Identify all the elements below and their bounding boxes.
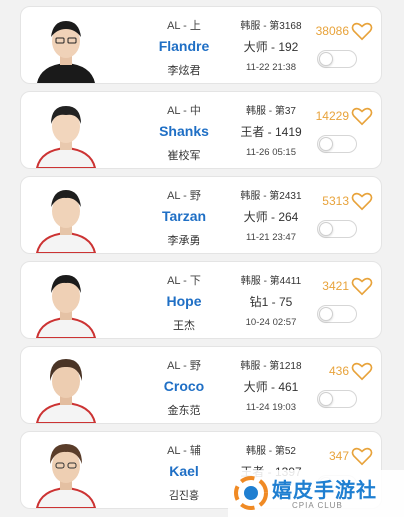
- heart-icon[interactable]: [351, 446, 373, 466]
- heart-icon[interactable]: [351, 21, 373, 41]
- brand-logo-icon: [234, 476, 268, 510]
- player-avatar: [31, 436, 101, 508]
- heart-icon[interactable]: [351, 276, 373, 296]
- team-position: AL - 野: [167, 190, 201, 202]
- server-rank: 韩服 - 第2431: [240, 191, 302, 202]
- server-rank: 韩服 - 第3168: [240, 21, 302, 32]
- player-realname: 崔校军: [167, 150, 201, 162]
- like-count: 14229: [315, 109, 349, 123]
- toggle-knob: [319, 392, 333, 406]
- like-count: 5313: [322, 194, 349, 208]
- player-card[interactable]: AL - 下 Hope 王杰 韩服 - 第4411 钻1 - 75 10-24 …: [20, 261, 382, 339]
- toggle-knob: [319, 222, 333, 236]
- heart-icon[interactable]: [351, 361, 373, 381]
- player-card[interactable]: AL - 野 Tarzan 李承勇 韩服 - 第2431 大师 - 264 11…: [20, 176, 382, 254]
- player-nickname[interactable]: Shanks: [119, 123, 249, 139]
- heart-icon[interactable]: [351, 191, 373, 211]
- tier-points: 大师 - 192: [243, 40, 299, 54]
- server-rank: 韩服 - 第1218: [240, 361, 302, 372]
- player-realname: 李承勇: [167, 235, 201, 247]
- team-position: AL - 辅: [167, 445, 201, 457]
- player-nickname[interactable]: Flandre: [119, 38, 249, 54]
- watermark-title: 嬉皮手游社: [272, 480, 377, 502]
- team-position: AL - 中: [167, 105, 201, 117]
- tier-points: 王者 - 1419: [240, 125, 302, 139]
- last-played-time: 11-24 19:03: [245, 402, 296, 413]
- team-position: AL - 下: [167, 275, 201, 287]
- tier-points: 大师 - 461: [243, 380, 299, 394]
- switch-toggle[interactable]: [317, 305, 357, 323]
- player-card[interactable]: AL - 上 Flandre 李炫君 韩服 - 第3168 大师 - 192 1…: [20, 6, 382, 84]
- server-rank: 韩服 - 第4411: [240, 276, 302, 287]
- player-card[interactable]: AL - 野 Croco 金东范 韩服 - 第1218 大师 - 461 11-…: [20, 346, 382, 424]
- player-avatar: [31, 266, 101, 338]
- player-card[interactable]: AL - 中 Shanks 崔校军 韩服 - 第37 王者 - 1419 11-…: [20, 91, 382, 169]
- like-count: 3421: [322, 279, 349, 293]
- toggle-knob: [319, 307, 333, 321]
- last-played-time: 11-26 05:15: [245, 147, 296, 158]
- last-played-time: 10-24 02:57: [245, 317, 297, 328]
- heart-icon[interactable]: [351, 106, 373, 126]
- team-position: AL - 上: [167, 20, 201, 32]
- switch-toggle[interactable]: [317, 50, 357, 68]
- switch-toggle[interactable]: [317, 390, 357, 408]
- player-avatar: [31, 351, 101, 423]
- player-avatar: [31, 181, 101, 253]
- team-position: AL - 野: [167, 360, 201, 372]
- tier-points: 大师 - 264: [243, 210, 299, 224]
- like-count: 347: [328, 449, 349, 463]
- server-rank: 韩服 - 第37: [245, 106, 296, 117]
- last-played-time: 11-21 23:47: [245, 232, 296, 243]
- player-avatar: [31, 11, 101, 83]
- like-count: 436: [328, 364, 349, 378]
- player-nickname[interactable]: Tarzan: [119, 208, 249, 224]
- player-nickname[interactable]: Croco: [119, 378, 249, 394]
- watermark: 嬉皮手游社 CPIA CLUB: [228, 470, 404, 517]
- player-avatar: [31, 96, 101, 168]
- player-nickname[interactable]: Hope: [119, 293, 249, 309]
- player-realname: 李炫君: [167, 65, 201, 77]
- switch-toggle[interactable]: [317, 135, 357, 153]
- server-rank: 韩服 - 第52: [245, 446, 296, 457]
- player-realname: 王杰: [173, 320, 195, 332]
- toggle-knob: [319, 137, 333, 151]
- toggle-knob: [319, 52, 333, 66]
- player-realname: 金东范: [167, 405, 201, 417]
- tier-points: 钻1 - 75: [249, 295, 293, 309]
- like-count: 38086: [315, 24, 349, 38]
- last-played-time: 11-22 21:38: [245, 62, 296, 73]
- watermark-subtitle: CPIA CLUB: [292, 501, 343, 510]
- switch-toggle[interactable]: [317, 220, 357, 238]
